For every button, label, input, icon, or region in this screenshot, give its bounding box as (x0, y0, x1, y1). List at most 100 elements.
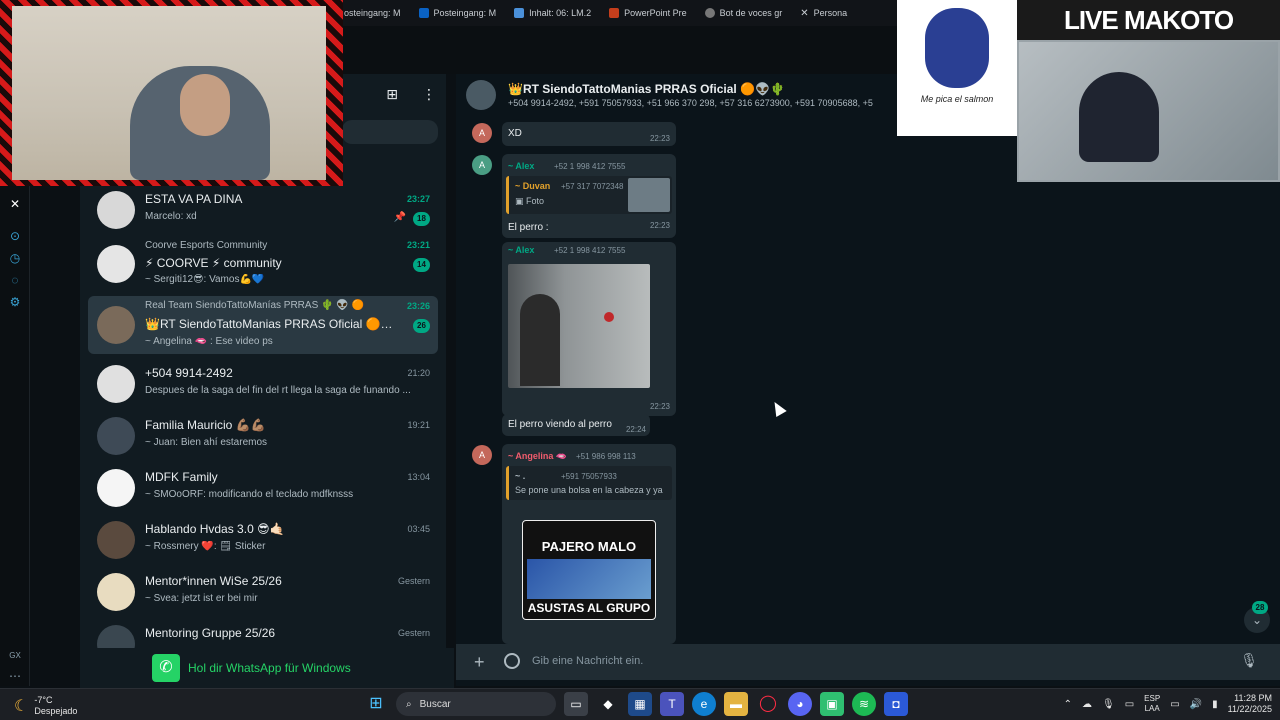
chat-item[interactable]: Mentoring Gruppe 25/26 Gestern (88, 618, 438, 648)
edge-icon[interactable]: e (692, 692, 716, 716)
bookmark-label: Persona (813, 8, 848, 18)
gear-icon[interactable]: ⚙ (7, 294, 23, 310)
bookmark[interactable]: Posteingang: M (418, 8, 496, 18)
clock-icon[interactable]: ◷ (7, 250, 23, 266)
gx-icon[interactable]: GX (7, 648, 23, 664)
bookmark[interactable]: PowerPoint Pre (609, 8, 687, 18)
microphone-icon[interactable]: 🎙 (1102, 699, 1115, 710)
keyboard-layout: LAA (1144, 704, 1160, 713)
mail-icon (418, 8, 429, 18)
sender-avatar[interactable]: A (472, 445, 492, 465)
sender-avatar[interactable]: A (472, 155, 492, 175)
weather-text: -7°C Despejado (34, 695, 77, 717)
message-time: 22:23 (649, 402, 670, 411)
display-icon[interactable]: ▭ (1125, 699, 1134, 710)
message-input[interactable]: Gib eine Nachricht ein. (532, 655, 643, 667)
store-icon[interactable]: ▦ (628, 692, 652, 716)
sender-name[interactable]: ~ Alex (508, 245, 534, 255)
chat-name: ⚡ COORVE ⚡ community (145, 256, 282, 270)
moon-icon: ☾ (14, 698, 29, 715)
cloud-icon[interactable]: ☁ (1082, 699, 1092, 710)
message-bubble[interactable]: XD 22:23 (502, 122, 676, 146)
language-indicator[interactable]: ESP LAA (1144, 694, 1160, 714)
sticker-message[interactable]: ~ Angelina 🫦 +51 986 998 113 ~ . +591 75… (502, 444, 676, 644)
chat-preview: ~ Rossmery ❤️: 🗒 Sticker (145, 541, 266, 552)
chat-preview: ~ Juan: Bien ahí estaremos (145, 437, 268, 448)
discord-icon[interactable]: ◕ (788, 692, 812, 716)
x-icon[interactable]: ✕ (7, 196, 23, 212)
chat-time: Gestern (397, 628, 430, 638)
taskbar-search[interactable]: ⌕ Buscar (396, 692, 556, 716)
sender-phone: +51 986 998 113 (576, 452, 636, 461)
message-text: XD (508, 128, 522, 139)
sender-name[interactable]: ~ Alex (508, 161, 534, 171)
quoted-thumbnail (628, 178, 670, 212)
chevron-up-icon[interactable]: ⌃ (1064, 699, 1072, 710)
image-message[interactable]: ~ Alex +52 1 998 412 7555 22:23 (502, 242, 676, 416)
meme-sticker[interactable]: PAJERO MALO ASUSTAS AL GRUPO (522, 520, 656, 620)
sender-name[interactable]: ~ Angelina 🫦 (508, 451, 567, 462)
get-whatsapp-banner[interactable]: ✆ Hol dir WhatsApp für Windows (80, 648, 454, 688)
bookmark[interactable]: ✕ Persona (800, 8, 847, 19)
bookmark[interactable]: Inhalt: 06: LM.2 (514, 8, 591, 18)
copilot-icon[interactable]: ◆ (596, 692, 620, 716)
clock[interactable]: 11:28 PM 11/22/2025 (1228, 693, 1272, 715)
overlay-scene (1019, 42, 1278, 180)
chat-icon[interactable]: ◌ (7, 272, 23, 288)
chat-item[interactable]: MDFK Family ~ SMOoORF: modificando el te… (88, 462, 438, 514)
clock-time: 11:28 PM (1234, 693, 1272, 703)
weather-temp: -7°C (34, 695, 53, 705)
chat-list-header: ⊞ ⋮ (386, 86, 436, 103)
chat-item[interactable]: Hablando Hvdas 3.0 😎🤙🏻 ~ Rossmery ❤️: 🗒 … (88, 514, 438, 566)
windows-start-icon[interactable]: ⊞ (364, 692, 388, 716)
chat-time: 23:27 (406, 194, 430, 204)
chat-preview: Marcelo: xd (145, 211, 197, 222)
chat-item[interactable]: Familia Mauricio 💪🏽💪🏽 ~ Juan: Bien ahí e… (88, 410, 438, 462)
chat-time: 13:04 (407, 472, 430, 482)
emoji-icon[interactable] (504, 653, 520, 669)
chat-item[interactable]: +504 9914-2492 Despues de la saga del fi… (88, 358, 438, 410)
community-name: Coorve Esports Community (145, 240, 268, 251)
unread-badge: 26 (413, 319, 430, 333)
taskbar-apps: ⊞ ⌕ Buscar ▭ ◆ ▦ T e ▬ ◯ ◕ ▣ ≋ ◘ (364, 692, 908, 716)
folder-icon[interactable]: ▬ (724, 692, 748, 716)
volume-icon[interactable]: 🔊 (1190, 699, 1202, 710)
microphone-icon[interactable]: 🎙 (1240, 652, 1258, 669)
play-icon[interactable]: ⊙ (7, 228, 23, 244)
app-icon[interactable]: ◘ (884, 692, 908, 716)
quoted-message[interactable]: ~ Duvan +57 317 7072348 ▣ Foto (506, 176, 672, 214)
opera-gx-icon[interactable]: ◯ (756, 692, 780, 716)
group-avatar[interactable] (466, 80, 496, 110)
chat-item[interactable]: ESTA VA PA DINA Marcelo: xd 23:27 📌 18 (88, 184, 438, 236)
message-time: 22:24 (625, 425, 646, 434)
battery-icon[interactable]: ▮ (1212, 699, 1218, 710)
chat-preview: ~ Sergiti12😎: Vamos💪💙 (145, 274, 265, 285)
more-icon[interactable]: ⋯ (7, 668, 23, 684)
spotify-icon[interactable]: ≋ (852, 692, 876, 716)
sender-phone: +52 1 998 412 7555 (554, 162, 626, 171)
chat-preview: ~ Angelina 🫦 : Ese video ps (145, 336, 273, 347)
search-input[interactable] (342, 120, 438, 144)
teams-icon[interactable]: T (660, 692, 684, 716)
chat-time: Gestern (397, 576, 430, 586)
sender-avatar[interactable]: A (472, 123, 492, 143)
weather-widget[interactable]: ☾ -7°C Despejado (14, 695, 77, 717)
message-bubble[interactable]: ~ Alex +52 1 998 412 7555 ~ Duvan +57 31… (502, 154, 676, 238)
chat-item[interactable]: Mentor*innen WiSe 25/26 ~ Svea: jetzt is… (88, 566, 438, 618)
avatar (97, 191, 135, 229)
whatsapp-taskbar-icon[interactable]: ▣ (820, 692, 844, 716)
language-code: ESP (1144, 694, 1161, 703)
chat-item[interactable]: Coorve Esports Community ⚡ COORVE ⚡ comm… (88, 236, 438, 292)
chat-item-active[interactable]: Real Team SiendoTattoManías PRRAS 🌵 👽 🟠 … (88, 296, 438, 354)
webcam-face (180, 74, 230, 136)
message-bubble[interactable]: El perro viendo al perro 22:24 (502, 414, 650, 436)
message-image[interactable] (508, 264, 650, 388)
bookmark[interactable]: Bot de voces gr (704, 8, 782, 18)
bookmark[interactable]: osteingang: M (344, 8, 401, 18)
menu-icon[interactable]: ⋮ (422, 86, 436, 103)
attach-icon[interactable]: + (474, 652, 485, 673)
network-icon[interactable]: ▭ (1170, 699, 1179, 710)
quoted-message[interactable]: ~ . +591 75057933 Se pone una bolsa en l… (506, 466, 672, 500)
task-view-icon[interactable]: ▭ (564, 692, 588, 716)
new-chat-icon[interactable]: ⊞ (386, 86, 398, 103)
